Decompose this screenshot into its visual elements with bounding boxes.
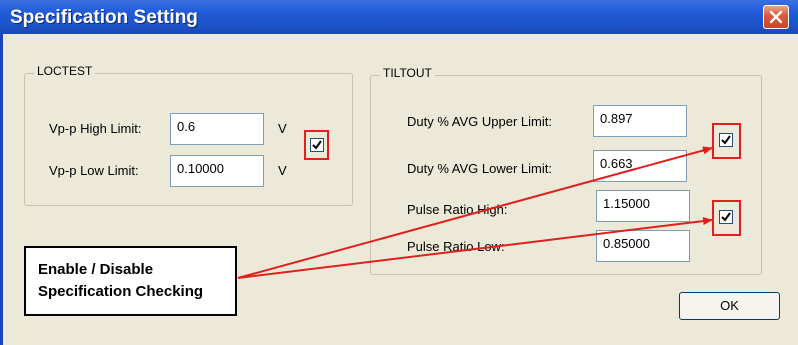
- specification-setting-dialog: Specification Setting LOCTEST Vp-p High …: [0, 0, 798, 345]
- vpp-high-limit-input[interactable]: 0.6: [170, 113, 264, 145]
- loctest-enable-checkbox[interactable]: [310, 138, 324, 152]
- loctest-group-label: LOCTEST: [34, 64, 96, 78]
- duty-upper-limit-label: Duty % AVG Upper Limit:: [407, 114, 552, 129]
- window-frame: [0, 34, 3, 345]
- duty-lower-limit-label: Duty % AVG Lower Limit:: [407, 161, 552, 176]
- ok-button[interactable]: OK: [679, 292, 780, 320]
- vpp-low-limit-unit: V: [278, 163, 287, 178]
- annotation-callout: Enable / Disable Specification Checking: [24, 246, 237, 316]
- duty-enable-checkbox[interactable]: [719, 133, 733, 147]
- window-title: Specification Setting: [10, 7, 198, 28]
- duty-upper-limit-input[interactable]: 0.897: [593, 105, 687, 137]
- tiltout-group-label: TILTOUT: [380, 66, 435, 80]
- vpp-low-limit-input[interactable]: 0.10000: [170, 155, 264, 187]
- vpp-low-limit-label: Vp-p Low Limit:: [49, 163, 139, 178]
- close-icon: [769, 10, 783, 24]
- pulse-ratio-low-label: Pulse Ratio Low:: [407, 239, 505, 254]
- pulse-ratio-high-input[interactable]: 1.15000: [596, 190, 690, 222]
- duty-lower-limit-input[interactable]: 0.663: [593, 150, 687, 182]
- vpp-high-limit-unit: V: [278, 121, 287, 136]
- title-bar[interactable]: Specification Setting: [0, 0, 798, 34]
- callout-line-2: Specification Checking: [38, 283, 204, 300]
- vpp-high-limit-label: Vp-p High Limit:: [49, 121, 142, 136]
- checkmark-icon: [312, 140, 322, 150]
- pulse-enable-checkbox[interactable]: [719, 210, 733, 224]
- checkmark-icon: [721, 212, 731, 222]
- checkmark-icon: [721, 135, 731, 145]
- pulse-ratio-high-label: Pulse Ratio High:: [407, 202, 508, 217]
- close-button[interactable]: [763, 5, 789, 29]
- pulse-ratio-low-input[interactable]: 0.85000: [596, 230, 690, 262]
- callout-line-1: Enable / Disable: [38, 261, 154, 278]
